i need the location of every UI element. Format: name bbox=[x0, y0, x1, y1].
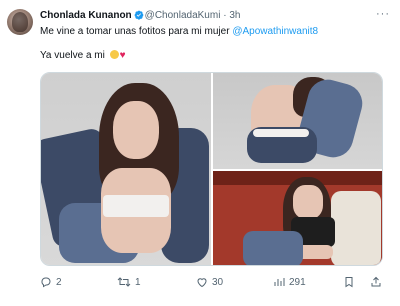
separator-dot: · bbox=[223, 10, 227, 21]
share-button[interactable] bbox=[370, 276, 382, 288]
tweet-card[interactable]: Chonlada Kunanon @ChonladaKumi · 3h ··· M… bbox=[0, 0, 400, 306]
views-count: 291 bbox=[289, 276, 306, 288]
red-heart-emoji-icon: ♥ bbox=[119, 50, 126, 61]
share-icon bbox=[370, 276, 382, 288]
bookmark-icon bbox=[343, 276, 355, 288]
mention-link[interactable]: @Apowathinwanit8 bbox=[232, 26, 318, 37]
more-horizontal-icon[interactable]: ··· bbox=[376, 8, 390, 20]
author-handle[interactable]: @ChonladaKumi bbox=[145, 10, 221, 21]
tweet-text-2: Ya vuelve a mi bbox=[40, 50, 105, 61]
tweet-text-line1: Me vine a tomar unas fotitos para mi muj… bbox=[40, 25, 318, 38]
retweet-button[interactable]: 1 bbox=[117, 276, 141, 288]
timestamp[interactable]: 3h bbox=[229, 10, 240, 21]
views-button[interactable]: 291 bbox=[273, 276, 306, 288]
retweet-icon bbox=[117, 276, 131, 288]
analytics-icon bbox=[273, 276, 285, 288]
reply-count: 2 bbox=[56, 276, 62, 288]
tweet-text-line2: Ya vuelve a mi ♥ bbox=[40, 49, 126, 62]
action-bar: 2 1 30 291 bbox=[40, 276, 390, 290]
photo-3[interactable] bbox=[213, 171, 382, 265]
reply-icon bbox=[40, 276, 52, 288]
author-name[interactable]: Chonlada Kunanon bbox=[40, 10, 132, 21]
avatar[interactable] bbox=[7, 9, 33, 35]
photo-2[interactable] bbox=[213, 73, 382, 169]
like-button[interactable]: 30 bbox=[196, 276, 223, 288]
heart-icon bbox=[196, 276, 208, 288]
verified-badge-icon bbox=[134, 10, 144, 24]
tweet-text: Me vine a tomar unas fotitos para mi muj… bbox=[40, 26, 233, 37]
media-grid bbox=[40, 72, 383, 266]
retweet-count: 1 bbox=[135, 276, 141, 288]
bookmark-button[interactable] bbox=[343, 276, 355, 288]
like-count: 30 bbox=[212, 276, 224, 288]
photo-1[interactable] bbox=[41, 73, 211, 265]
reply-button[interactable]: 2 bbox=[40, 276, 62, 288]
tweet-header: Chonlada Kunanon @ChonladaKumi · 3h bbox=[40, 9, 240, 24]
pleading-face-emoji-icon bbox=[109, 50, 119, 59]
